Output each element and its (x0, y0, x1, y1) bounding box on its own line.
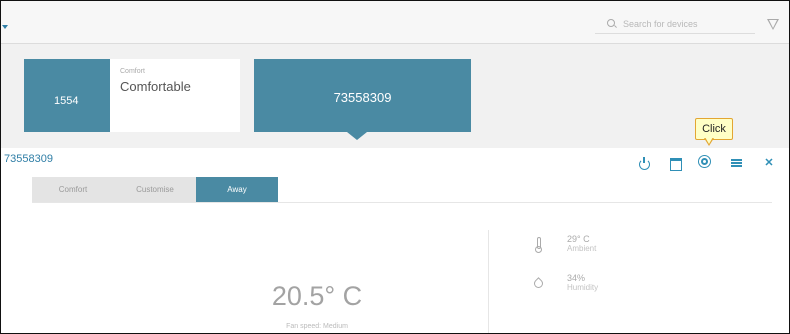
device-tile-1554[interactable]: 1554 (24, 59, 110, 132)
comfort-status-tile[interactable]: Comfort Comfortable (110, 59, 240, 132)
device-tile-73558309[interactable]: 73558309 (254, 59, 471, 132)
click-callout-text: Click (702, 123, 726, 135)
search-input[interactable] (623, 17, 743, 31)
calendar-icon[interactable] (669, 156, 683, 171)
device-detail-panel: 73558309 ✕ Comfort Customise Away 20.5° … (1, 148, 789, 333)
tab-away[interactable]: Away (196, 177, 278, 202)
device-id-title: 73558309 (4, 153, 53, 165)
search-box (595, 17, 755, 34)
divider (488, 230, 489, 333)
setpoint-temperature: 20.5° C (271, 281, 363, 311)
list-icon[interactable] (730, 156, 744, 170)
ambient-temperature-value: 29° C (567, 234, 590, 244)
gear-icon[interactable] (699, 156, 713, 170)
thermometer-icon (535, 237, 542, 253)
humidity-value: 34% (567, 273, 586, 283)
comfort-status-value: Comfortable (120, 79, 191, 94)
click-callout: Click (695, 118, 733, 140)
fan-speed-text: Fan speed: Medium (286, 323, 348, 330)
ambient-temperature-label: Ambient (567, 244, 597, 253)
selected-tile-pointer (347, 132, 367, 140)
callout-pointer (704, 137, 714, 146)
device-number: 73558309 (333, 90, 392, 105)
device-number: 1554 (54, 95, 79, 107)
tab-customise[interactable]: Customise (114, 177, 196, 202)
menu-caret-icon[interactable] (2, 25, 8, 29)
tab-comfort[interactable]: Comfort (32, 177, 114, 202)
search-icon (607, 19, 615, 27)
humidity-label: Humidity (567, 283, 599, 292)
app-window: 1554 Comfort Comfortable 73558309 735583… (0, 0, 790, 334)
comfort-status-caption: Comfort (120, 68, 145, 75)
divider (32, 202, 772, 203)
humidity-drop-icon (532, 277, 545, 290)
close-icon[interactable]: ✕ (762, 156, 776, 170)
power-icon[interactable] (638, 156, 652, 170)
top-bar (1, 1, 789, 44)
filter-icon[interactable] (767, 19, 779, 30)
